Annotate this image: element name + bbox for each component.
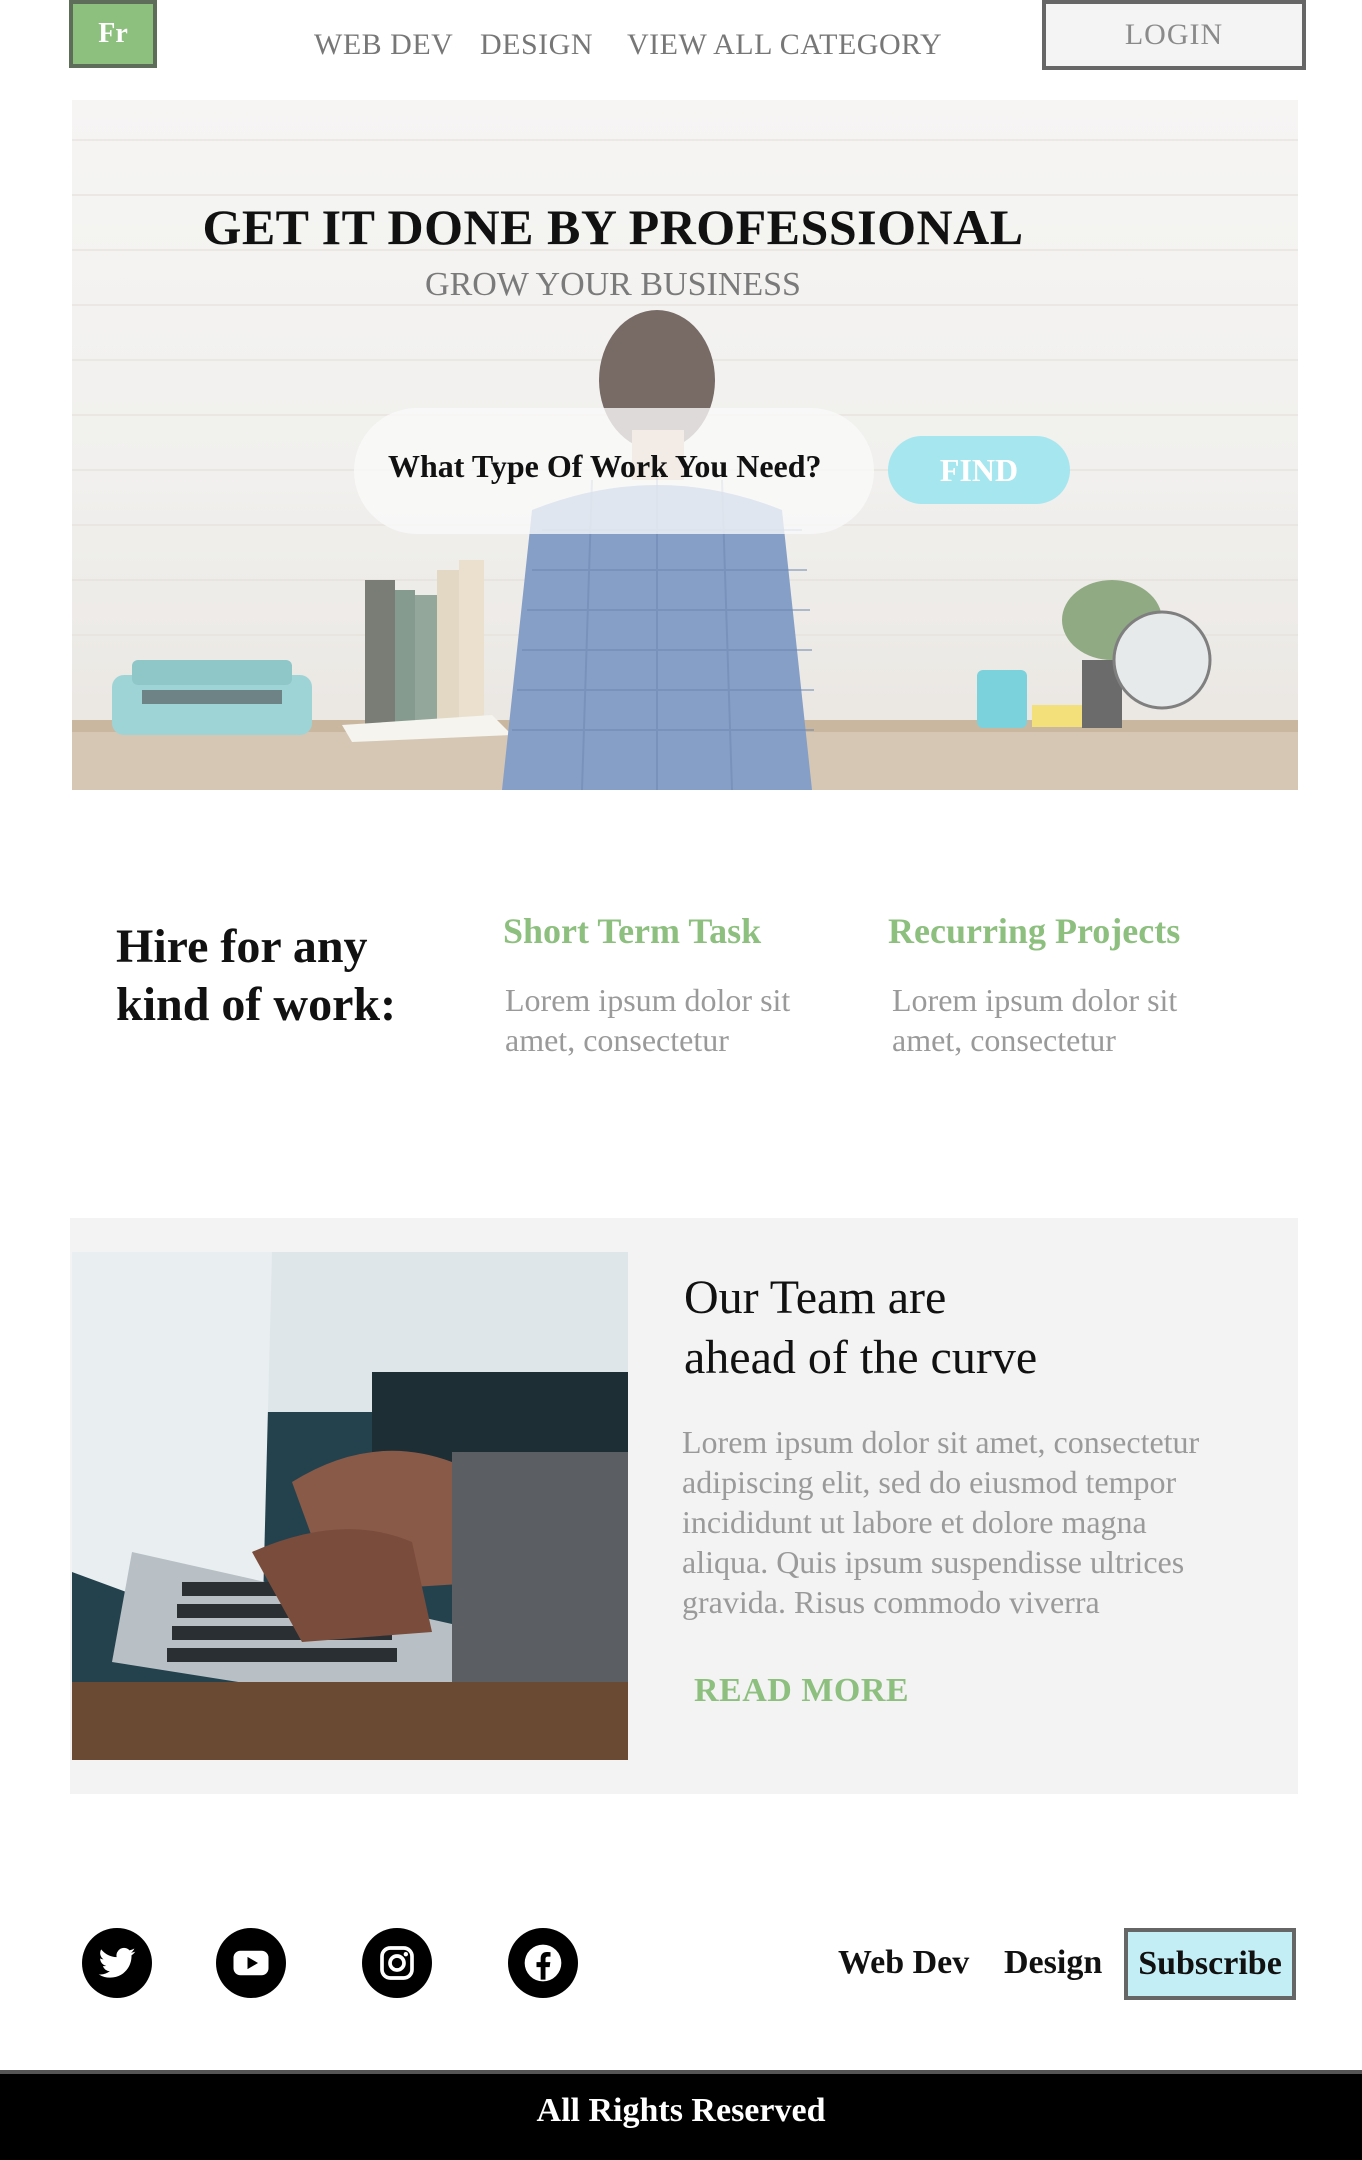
team-text-line: adipiscing elit, sed do eiusmod tempor	[682, 1464, 1177, 1500]
service-text-short-term: Lorem ipsum dolor sit amet, consectetur	[505, 980, 865, 1060]
hero-subtitle: GROW YOUR BUSINESS	[425, 266, 801, 303]
find-button[interactable]: FIND	[888, 436, 1070, 504]
team-text-line: incididunt ut labore et dolore magna	[682, 1504, 1147, 1540]
hire-title: Hire for any kind of work:	[116, 918, 456, 1034]
service-text-line: amet, consectetur	[892, 1022, 1116, 1058]
search-label[interactable]: What Type Of Work You Need?	[388, 448, 822, 485]
subscribe-label: Subscribe	[1138, 1945, 1282, 1982]
read-more-link[interactable]: READ MORE	[694, 1672, 909, 1710]
service-text-line: Lorem ipsum dolor sit	[892, 982, 1178, 1018]
nav-link-design[interactable]: DESIGN	[480, 28, 593, 62]
service-title-short-term: Short Term Task	[503, 911, 762, 951]
service-text-recurring: Lorem ipsum dolor sit amet, consectetur	[892, 980, 1252, 1060]
footer-link-web-dev[interactable]: Web Dev	[838, 1944, 969, 1982]
hire-title-line2: kind of work:	[116, 978, 397, 1031]
footer-link-design[interactable]: Design	[1004, 1944, 1102, 1982]
team-photo	[72, 1252, 628, 1760]
team-text-line: Lorem ipsum dolor sit amet, consectetur	[682, 1424, 1200, 1460]
team-description: Lorem ipsum dolor sit amet, consectetur …	[682, 1422, 1292, 1622]
youtube-icon[interactable]	[216, 1928, 286, 1998]
copyright-text: All Rights Reserved	[536, 2092, 826, 2129]
logo-text: Fr	[98, 18, 128, 49]
team-title: Our Team are ahead of the curve	[684, 1268, 1244, 1388]
logo[interactable]: Fr	[69, 0, 157, 68]
login-button[interactable]: LOGIN	[1042, 0, 1306, 70]
team-title-line1: Our Team are	[684, 1271, 947, 1324]
hire-title-line1: Hire for any	[116, 920, 368, 973]
hero-title: GET IT DONE BY PROFESSIONAL	[202, 199, 1024, 255]
service-title-recurring: Recurring Projects	[888, 911, 1181, 951]
team-text-line: gravida. Risus commodo viverra	[682, 1584, 1100, 1620]
find-label: FIND	[939, 451, 1019, 488]
twitter-icon[interactable]	[82, 1928, 152, 1998]
team-title-line2: ahead of the curve	[684, 1331, 1038, 1384]
subscribe-button[interactable]: Subscribe	[1124, 1928, 1296, 2000]
nav-link-view-all-category[interactable]: VIEW ALL CATEGORY	[627, 28, 942, 62]
login-label: LOGIN	[1124, 18, 1224, 51]
facebook-icon[interactable]	[508, 1928, 578, 1998]
laptop-typing-image	[72, 1252, 628, 1760]
nav-link-web-dev[interactable]: WEB DEV	[314, 28, 453, 62]
instagram-icon[interactable]	[362, 1928, 432, 1998]
team-text-line: aliqua. Quis ipsum suspendisse ultrices	[682, 1544, 1185, 1580]
service-text-line: Lorem ipsum dolor sit	[505, 982, 791, 1018]
service-text-line: amet, consectetur	[505, 1022, 729, 1058]
